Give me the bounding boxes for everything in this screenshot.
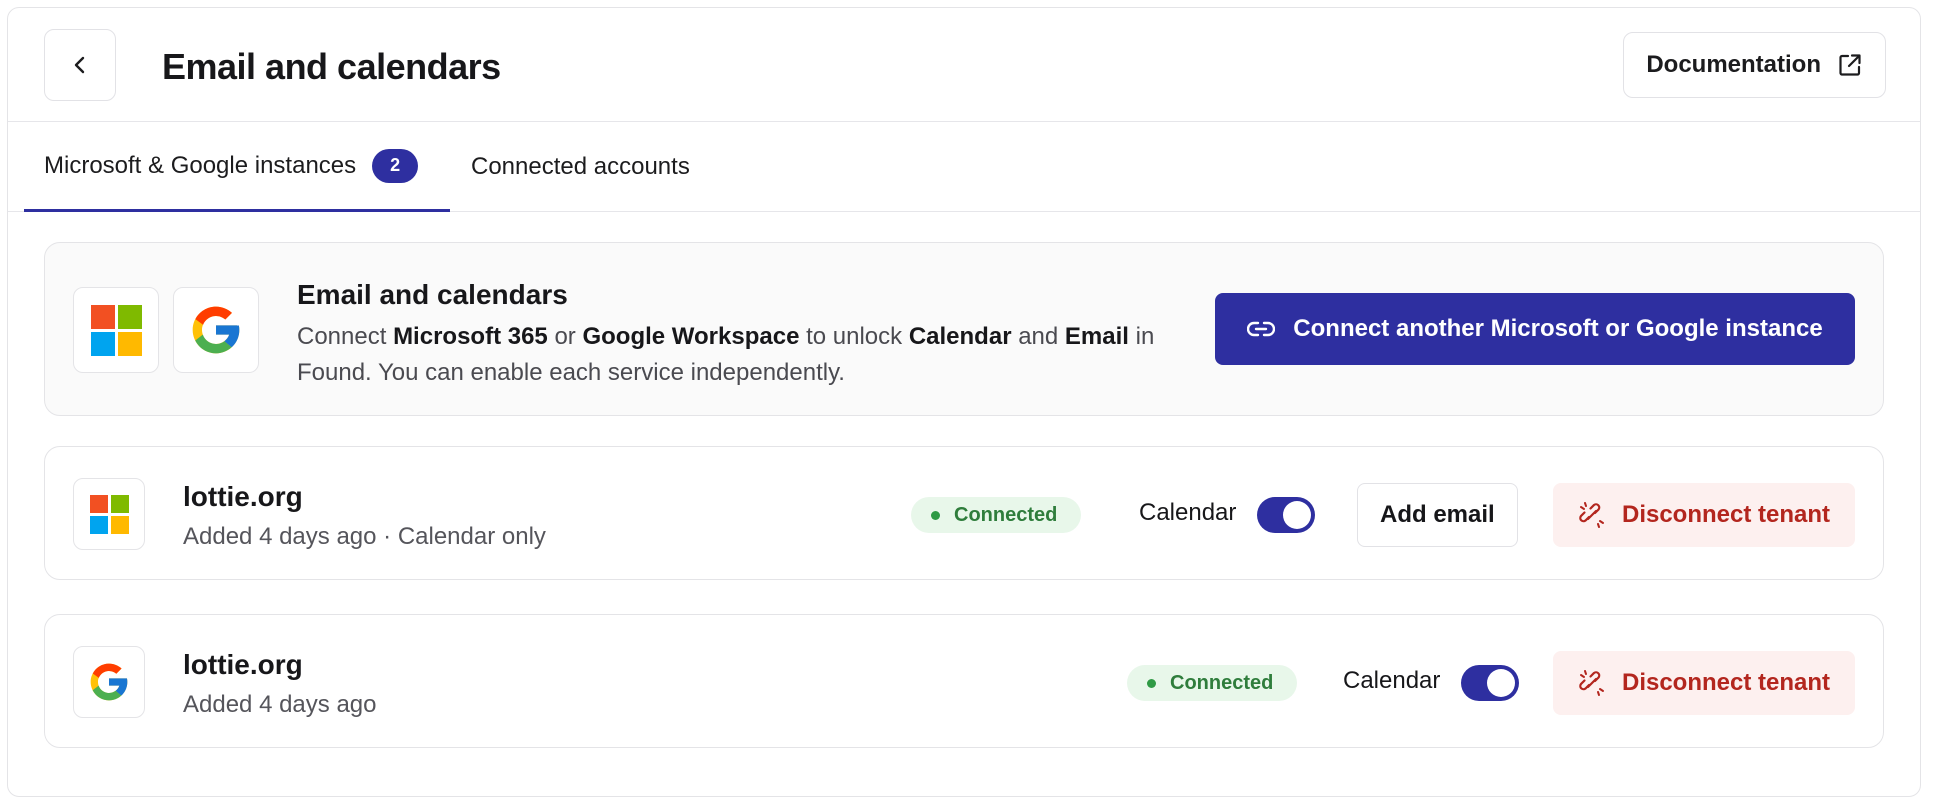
intro-title: Email and calendars xyxy=(297,279,568,310)
disconnect-label: Disconnect tenant xyxy=(1621,669,1831,696)
tab-instances[interactable]: Microsoft & Google instances 2 xyxy=(24,122,450,212)
calendar-toggle[interactable] xyxy=(1461,665,1519,701)
documentation-button[interactable]: Documentation xyxy=(1623,32,1886,98)
microsoft-logo-tile xyxy=(73,478,145,550)
disconnect-label: Disconnect tenant xyxy=(1621,501,1831,528)
toggle-knob xyxy=(1487,669,1515,697)
google-logo-icon xyxy=(90,663,128,701)
documentation-label: Documentation xyxy=(1646,51,1821,78)
tenant-name: lottie.org xyxy=(183,481,303,512)
status-label: Connected xyxy=(954,503,1058,526)
page-header: Email and calendars Documentation xyxy=(8,8,1920,122)
microsoft-logo-icon xyxy=(89,494,129,534)
tenant-name: lottie.org xyxy=(183,649,303,680)
tab-instances-label: Microsoft & Google instances xyxy=(44,151,357,179)
intro-description: Connect Microsoft 365 or Google Workspac… xyxy=(297,323,1155,386)
chevron-left-icon xyxy=(74,56,85,74)
page-title: Email and calendars xyxy=(162,46,501,87)
back-button[interactable] xyxy=(44,29,116,101)
broken-link-icon xyxy=(1579,502,1604,528)
tenant-row: lottie.org Added 4 days ago Connected Ca… xyxy=(44,614,1884,748)
calendar-label: Calendar xyxy=(1343,667,1441,694)
status-badge: Connected xyxy=(911,497,1082,533)
tab-connected-accounts[interactable]: Connected accounts xyxy=(471,122,690,212)
settings-window: Email and calendars Documentation Micros… xyxy=(7,7,1921,797)
connect-instance-button[interactable]: Connect another Microsoft or Google inst… xyxy=(1215,293,1855,365)
disconnect-tenant-button[interactable]: Disconnect tenant xyxy=(1553,483,1855,547)
google-logo-icon xyxy=(192,306,240,354)
calendar-label: Calendar xyxy=(1139,499,1237,526)
tenant-meta: Added 4 days ago xyxy=(183,691,377,718)
microsoft-logo-icon xyxy=(90,304,142,356)
connect-instance-label: Connect another Microsoft or Google inst… xyxy=(1293,315,1823,342)
status-dot-icon xyxy=(1147,678,1156,688)
toggle-knob xyxy=(1283,501,1311,529)
add-email-button[interactable]: Add email xyxy=(1357,483,1518,547)
microsoft-logo-tile xyxy=(73,287,159,373)
tab-connected-accounts-label: Connected accounts xyxy=(471,153,690,180)
tenant-meta: Added 4 days ago · Calendar only xyxy=(183,523,546,550)
broken-link-icon xyxy=(1579,670,1604,696)
count-badge: 2 xyxy=(372,148,419,183)
disconnect-tenant-button[interactable]: Disconnect tenant xyxy=(1553,651,1855,715)
external-link-icon xyxy=(1839,54,1861,76)
calendar-toggle[interactable] xyxy=(1257,497,1315,533)
tab-bar: Microsoft & Google instances 2 Connected… xyxy=(8,122,1920,212)
google-logo-tile xyxy=(173,287,259,373)
status-badge: Connected xyxy=(1127,665,1298,701)
tenant-row: lottie.org Added 4 days ago · Calendar o… xyxy=(44,446,1884,580)
status-dot-icon xyxy=(931,510,940,520)
link-icon xyxy=(1247,321,1276,337)
google-logo-tile xyxy=(73,646,145,718)
intro-card: Email and calendars Connect Microsoft 36… xyxy=(44,242,1884,416)
status-label: Connected xyxy=(1170,671,1274,694)
